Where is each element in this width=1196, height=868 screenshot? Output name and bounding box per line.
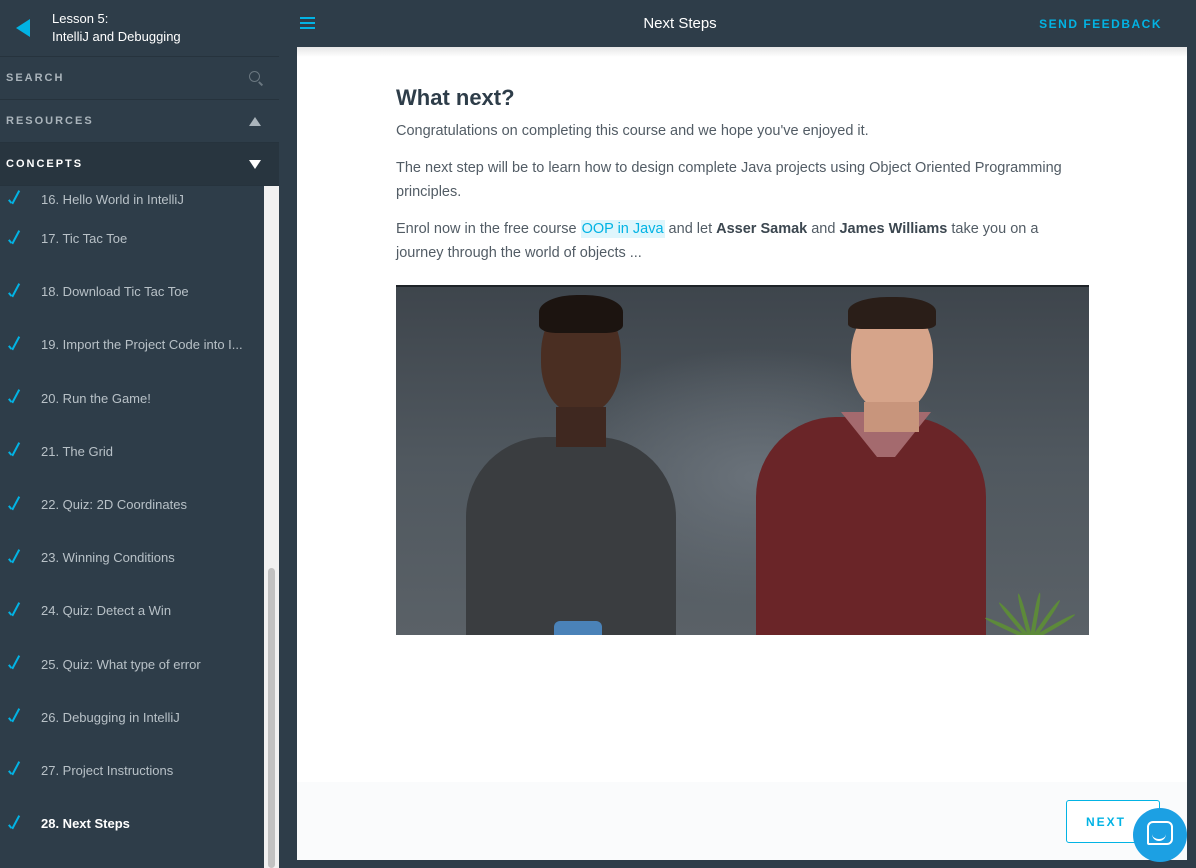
concept-label: 16. Hello World in IntelliJ — [41, 191, 184, 207]
chat-icon — [1147, 821, 1173, 845]
article: What next? Congratulations on completing… — [396, 85, 1090, 278]
concept-item[interactable]: 22. Quiz: 2D Coordinates — [0, 478, 264, 531]
check-icon — [8, 231, 22, 247]
check-icon — [8, 191, 22, 207]
search-icon[interactable] — [249, 71, 264, 86]
concept-item[interactable]: 27. Project Instructions — [0, 744, 264, 797]
lesson-title: Lesson 5: IntelliJ and Debugging — [52, 10, 181, 46]
expand-icon — [249, 159, 261, 169]
concept-item[interactable]: 23. Winning Conditions — [0, 531, 264, 584]
check-icon — [8, 603, 22, 619]
check-icon — [8, 762, 22, 778]
instructor-name: James Williams — [839, 221, 948, 237]
lesson-number: Lesson 5: — [52, 11, 109, 26]
paragraph: Congratulations on completing this cours… — [396, 123, 869, 139]
check-icon — [8, 337, 22, 353]
concept-label: 22. Quiz: 2D Coordinates — [41, 497, 187, 513]
concept-label: 17. Tic Tac Toe — [41, 231, 128, 247]
text-span: and — [807, 221, 840, 237]
concept-item[interactable]: 20. Run the Game! — [0, 372, 264, 425]
search-label: SEARCH — [6, 72, 65, 84]
mug — [554, 621, 602, 635]
check-icon — [8, 443, 22, 459]
concept-item[interactable]: 25. Quiz: What type of error — [0, 638, 264, 691]
concept-item[interactable]: 26. Debugging in IntelliJ — [0, 691, 264, 744]
check-icon — [8, 284, 22, 300]
concept-label: 18. Download Tic Tac Toe — [41, 284, 189, 300]
check-icon — [8, 497, 22, 513]
instructor-name: Asser Samak — [716, 221, 808, 237]
check-icon — [8, 550, 22, 566]
concept-item[interactable]: 17. Tic Tac Toe — [0, 212, 264, 265]
check-icon — [8, 816, 22, 832]
concept-item[interactable]: 24. Quiz: Detect a Win — [0, 584, 264, 637]
back-button[interactable] — [0, 0, 45, 57]
course-link[interactable]: OOP in Java — [580, 220, 665, 238]
check-icon — [8, 709, 22, 725]
concept-item[interactable]: 21. The Grid — [0, 425, 264, 478]
search-row[interactable]: SEARCH — [0, 57, 279, 100]
concepts-row[interactable]: CONCEPTS — [0, 143, 279, 186]
concept-list: 16. Hello World in IntelliJ 17. Tic Tac … — [0, 186, 264, 868]
text-span: Enrol now in the free course — [396, 221, 581, 237]
concept-label: 26. Debugging in IntelliJ — [41, 709, 180, 725]
concept-item-active[interactable]: 28. Next Steps — [0, 797, 264, 850]
sidebar-scrollbar-thumb[interactable] — [268, 568, 275, 868]
paragraph: Enrol now in the free course OOP in Java… — [396, 217, 1090, 265]
lesson-header: Lesson 5: IntelliJ and Debugging — [0, 0, 279, 57]
concept-label: 19. Import the Project Code into I... — [41, 337, 243, 353]
sidebar: Lesson 5: IntelliJ and Debugging SEARCH … — [0, 0, 279, 868]
concept-label: 25. Quiz: What type of error — [41, 656, 201, 672]
concept-label: 28. Next Steps — [41, 816, 130, 832]
main-content: What next? Congratulations on completing… — [297, 47, 1187, 860]
check-icon — [8, 656, 22, 672]
concept-label: 20. Run the Game! — [41, 390, 151, 406]
text-span: and let — [664, 221, 717, 237]
concept-item[interactable]: 18. Download Tic Tac Toe — [0, 265, 264, 318]
concept-item[interactable]: 19. Import the Project Code into I... — [0, 318, 264, 371]
top-bar: Next Steps SEND FEEDBACK — [279, 0, 1196, 47]
presenter-left — [466, 287, 726, 635]
video-player[interactable] — [396, 285, 1089, 635]
concept-label: 27. Project Instructions — [41, 762, 174, 778]
resources-row[interactable]: RESOURCES — [0, 100, 279, 143]
section-heading: What next? — [396, 85, 515, 110]
back-arrow-icon — [15, 19, 30, 37]
concept-item[interactable]: 16. Hello World in IntelliJ — [0, 186, 264, 212]
plant — [984, 577, 1076, 635]
concept-label: 24. Quiz: Detect a Win — [41, 603, 172, 619]
page-title: Next Steps — [643, 15, 717, 32]
paragraph: The next step will be to learn how to de… — [396, 160, 1062, 200]
concept-label: 23. Winning Conditions — [41, 550, 175, 566]
send-feedback-link[interactable]: SEND FEEDBACK — [1039, 17, 1162, 31]
check-icon — [8, 390, 22, 406]
concepts-label: CONCEPTS — [6, 158, 84, 170]
header-shadow — [297, 47, 1187, 57]
concept-label: 21. The Grid — [41, 443, 114, 459]
footer-bar — [297, 782, 1187, 860]
resources-label: RESOURCES — [6, 115, 94, 127]
chat-button[interactable] — [1133, 808, 1187, 862]
collapse-icon — [249, 116, 261, 126]
lesson-name: IntelliJ and Debugging — [52, 29, 181, 44]
